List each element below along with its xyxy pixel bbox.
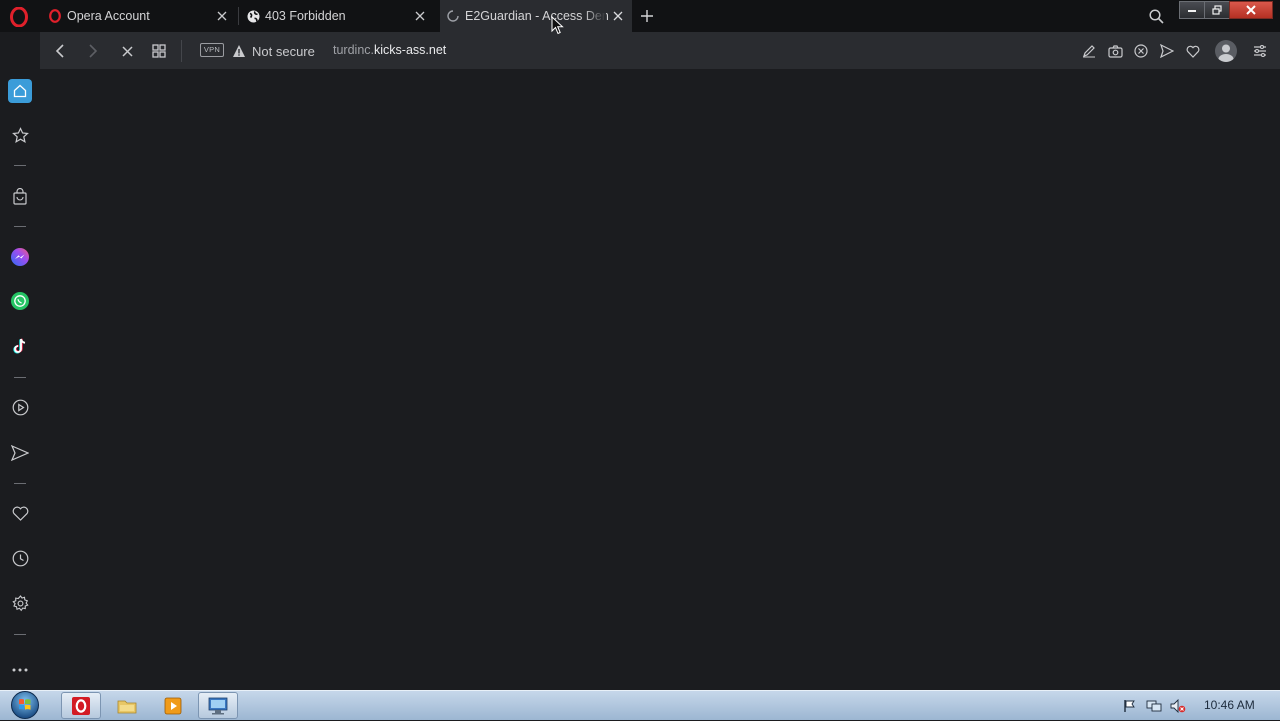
easy-setup-icon[interactable] [1250, 41, 1270, 61]
tab-search-icon[interactable] [1146, 6, 1166, 26]
sidebar-divider [14, 634, 26, 635]
taskbar-media-player-icon[interactable] [153, 692, 193, 719]
taskbar-opera-icon[interactable] [61, 692, 101, 719]
sidebar-divider [14, 377, 26, 378]
restore-icon[interactable] [1204, 1, 1230, 19]
url-field[interactable]: turdinc.kicks-ass.net [333, 43, 446, 57]
messenger-icon[interactable] [8, 245, 32, 269]
tiktok-icon[interactable] [8, 334, 32, 358]
tab-title-fade [584, 0, 606, 32]
adblock-icon[interactable] [1128, 41, 1154, 61]
forward-icon[interactable] [83, 41, 103, 61]
window-close-icon[interactable] [1229, 1, 1273, 19]
tab-separator [238, 7, 239, 25]
url-host: kicks-ass.net [374, 43, 447, 57]
system-tray [1118, 695, 1190, 717]
back-icon[interactable] [50, 41, 70, 61]
window-controls [1179, 1, 1273, 21]
close-tab-icon[interactable] [412, 8, 428, 24]
profile-avatar-icon[interactable] [1215, 40, 1237, 62]
taskbar: 10:46 AM [0, 690, 1280, 720]
stop-loading-icon[interactable] [117, 41, 137, 61]
flow-icon[interactable] [8, 441, 32, 465]
page-content[interactable] [40, 69, 1280, 690]
minimize-icon[interactable] [1179, 1, 1205, 19]
opera-menu-icon[interactable] [8, 6, 30, 28]
more-icon[interactable] [8, 658, 32, 682]
bookmarks-star-icon[interactable] [8, 123, 32, 147]
pinboard-heart-icon[interactable] [8, 501, 32, 525]
network-icon[interactable] [1142, 696, 1166, 716]
taskbar-clock[interactable]: 10:46 AM [1204, 698, 1255, 712]
sidebar-divider [14, 483, 26, 484]
tab-e2guardian[interactable]: E2Guardian - Access Denied [440, 0, 632, 32]
sidebar-divider [14, 165, 26, 166]
vpn-badge[interactable]: VPN [200, 43, 224, 57]
close-tab-icon[interactable] [214, 8, 230, 24]
tab-snap-icon[interactable] [149, 41, 169, 61]
sidebar [0, 69, 40, 690]
send-icon[interactable] [1154, 41, 1180, 61]
toolbar-divider [181, 40, 182, 62]
browser-window: Opera Account 403 Forbidden E2Guardian -… [0, 0, 1280, 690]
edit-icon[interactable] [1076, 41, 1102, 61]
globe-icon [246, 9, 260, 23]
loading-spinner-icon [446, 9, 460, 23]
warning-icon[interactable] [232, 44, 246, 58]
action-center-flag-icon[interactable] [1118, 696, 1142, 716]
url-subdomain: turdinc. [333, 43, 374, 57]
address-actions [1076, 40, 1206, 62]
player-icon[interactable] [8, 395, 32, 419]
tab-title: 403 Forbidden [265, 9, 346, 23]
tab-title: Opera Account [67, 9, 150, 23]
opera-icon [48, 9, 62, 23]
mouse-cursor-icon [551, 16, 564, 35]
tab-opera-account[interactable]: Opera Account [44, 0, 238, 32]
taskbar-file-explorer-icon[interactable] [107, 692, 147, 719]
shopping-bag-icon[interactable] [8, 184, 32, 208]
home-icon[interactable] [8, 79, 32, 103]
whatsapp-icon[interactable] [8, 289, 32, 313]
settings-icon[interactable] [8, 591, 32, 615]
address-toolbar: VPN Not secure turdinc.kicks-ass.net [40, 32, 1280, 69]
tab-403-forbidden[interactable]: 403 Forbidden [242, 0, 436, 32]
history-icon[interactable] [8, 546, 32, 570]
volume-muted-icon[interactable] [1166, 696, 1190, 716]
taskbar-remote-desktop-icon[interactable] [198, 692, 238, 719]
close-tab-icon[interactable] [610, 8, 626, 24]
camera-icon[interactable] [1102, 41, 1128, 61]
start-button-icon[interactable] [4, 689, 46, 721]
heart-icon[interactable] [1180, 41, 1206, 61]
new-tab-icon[interactable] [638, 7, 656, 25]
sidebar-divider [14, 226, 26, 227]
tab-strip: Opera Account 403 Forbidden E2Guardian -… [0, 0, 1280, 32]
security-status[interactable]: Not secure [252, 44, 315, 59]
